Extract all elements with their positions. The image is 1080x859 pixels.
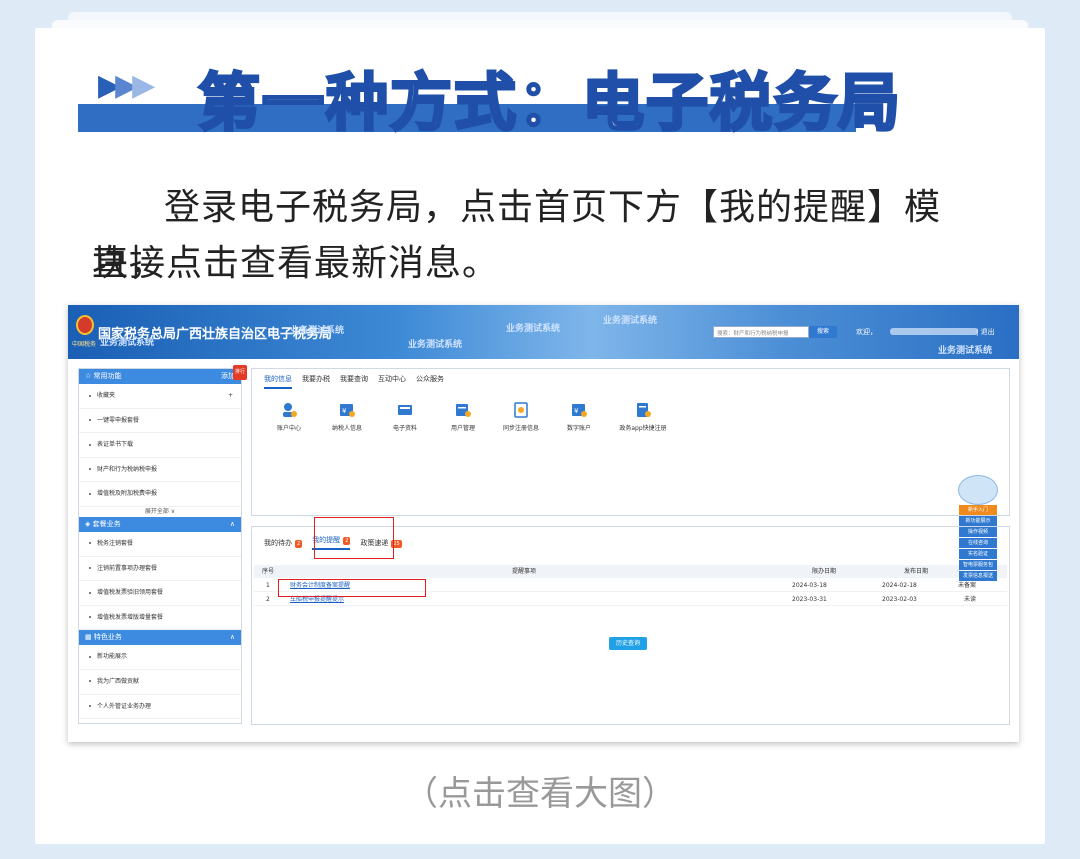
watermark: 业务测试系统 bbox=[603, 316, 658, 326]
tab-query[interactable]: 我要查询 bbox=[340, 374, 368, 389]
logout-link[interactable]: | 退出 bbox=[976, 327, 995, 337]
shortcut-e-document[interactable]: 电子资料 bbox=[376, 401, 434, 432]
tab-tax-handling[interactable]: 我要办税 bbox=[302, 374, 330, 389]
sidebar-item[interactable]: 表证单书下载 bbox=[79, 433, 241, 458]
float-button[interactable]: 实名验证 bbox=[959, 549, 997, 559]
welcome-text: 欢迎， bbox=[856, 328, 877, 336]
tax-bureau-screenshot[interactable]: 中国税务 国家税务总局广西壮族自治区电子税务局 业务测试系统 业务测试系统 业务… bbox=[68, 305, 1019, 742]
sidebar-item[interactable]: 新功能展示 bbox=[79, 645, 241, 670]
sidebar-item[interactable]: 一键零申报套餐 bbox=[79, 409, 241, 434]
watermark: 业务测试系统 bbox=[408, 340, 463, 350]
sidebar-item[interactable]: 税务注销套餐 bbox=[79, 532, 241, 557]
user-management-icon bbox=[456, 404, 471, 417]
triple-arrow-icon: ▶▶▶ bbox=[98, 68, 155, 103]
float-button[interactable]: 智电票服务包 bbox=[959, 560, 997, 570]
expand-all-button[interactable]: 展开全部 ∨ bbox=[79, 507, 241, 517]
sidebar-header-label: 特色业务 bbox=[93, 633, 122, 642]
shortcut-user-management[interactable]: 用户管理 bbox=[434, 401, 492, 432]
plus-icon[interactable]: + bbox=[228, 384, 233, 409]
sidebar-header-common[interactable]: ☆ 常用功能 添加 排行 bbox=[79, 365, 247, 384]
watermark: 业务测试系统 bbox=[290, 326, 345, 336]
sidebar-header-label: 套餐业务 bbox=[92, 519, 121, 528]
body-text-line-2: 直接点击查看最新消息。 bbox=[92, 243, 500, 284]
tab-my-todo[interactable]: 我的待办 2 bbox=[264, 538, 303, 548]
reminders-panel: 我的待办 2 我的提醒 2 政策速递 25 序号 提醒事项 限办日期 发布日期 1 财… bbox=[251, 517, 1010, 725]
history-query-button[interactable]: 历史查询 bbox=[609, 637, 647, 650]
e-document-icon bbox=[398, 405, 412, 415]
account-center-icon bbox=[283, 403, 297, 417]
shortcut-sync-registration[interactable]: 同步注册信息 bbox=[492, 401, 550, 432]
ranking-badge[interactable]: 排行 bbox=[232, 365, 247, 380]
sidebar-item[interactable]: 增值税及附加税费申报 bbox=[79, 482, 241, 507]
float-button[interactable]: 新功能展示 bbox=[959, 516, 997, 526]
digital-account-icon: ¥ bbox=[572, 404, 587, 417]
watermark: 业务测试系统 bbox=[100, 338, 155, 348]
sidebar-item[interactable]: 增值税发票验旧领用套餐 bbox=[79, 581, 241, 606]
table-header: 序号 提醒事项 限办日期 发布日期 bbox=[254, 565, 1007, 578]
image-caption[interactable]: （点击查看大图） bbox=[0, 766, 1080, 815]
shortcut-icons: 账户中心 ¥ 纳税人信息 电子资料 用户管理 同步注册信息 ¥ 数字账户 政务a… bbox=[260, 401, 678, 432]
user-name-redacted bbox=[890, 328, 978, 335]
reminder-row-highlight bbox=[278, 579, 426, 597]
shortcut-taxpayer-info[interactable]: ¥ 纳税人信息 bbox=[318, 401, 376, 432]
shortcut-digital-account[interactable]: ¥ 数字账户 bbox=[550, 401, 608, 432]
sidebar: ☆ 常用功能 添加 排行 收藏夹 + 一键零申报套餐 表证单书下载 财产和行为税纳… bbox=[78, 365, 247, 724]
watermark: 业务测试系统 bbox=[938, 346, 993, 356]
reminders-tab-highlight bbox=[314, 517, 394, 559]
svg-text:¥: ¥ bbox=[342, 407, 347, 415]
main-tabs: 我的信息 我要办税 我要查询 互动中心 公众服务 bbox=[264, 374, 444, 389]
assistant-mascot-icon[interactable] bbox=[958, 475, 998, 505]
tab-my-info[interactable]: 我的信息 bbox=[264, 374, 292, 389]
float-button[interactable]: 发票信息报送 bbox=[959, 571, 997, 581]
float-button[interactable]: 新手入门 bbox=[959, 505, 997, 515]
chevron-up-icon[interactable]: ∧ bbox=[230, 630, 235, 645]
taxpayer-info-icon: ¥ bbox=[340, 404, 355, 417]
sidebar-header-special[interactable]: ▦ 特色业务 ∧ bbox=[79, 630, 241, 646]
shortcut-account-center[interactable]: 账户中心 bbox=[260, 401, 318, 432]
float-button[interactable]: 操作视频 bbox=[959, 527, 997, 537]
floating-service-menu: 新手入门 新功能展示 操作视频 在线咨询 实名验证 智电票服务包 发票信息报送 bbox=[959, 505, 997, 582]
sidebar-item[interactable]: 个人外管证业务办理 bbox=[79, 695, 241, 720]
sidebar-item[interactable]: 增值税发票增版增量套餐 bbox=[79, 606, 241, 631]
layers-icon: ◈ bbox=[85, 519, 93, 528]
grid-icon: ▦ bbox=[85, 633, 94, 642]
my-info-panel: 我的信息 我要办税 我要查询 互动中心 公众服务 账户中心 ¥ 纳税人信息 电子… bbox=[251, 368, 1010, 516]
tab-interaction[interactable]: 互动中心 bbox=[378, 374, 406, 389]
tab-public-service[interactable]: 公众服务 bbox=[416, 374, 444, 389]
emblem-caption: 中国税务 bbox=[72, 341, 97, 348]
sidebar-item[interactable]: 财产和行为税纳税申报 bbox=[79, 458, 241, 483]
sync-registration-icon bbox=[514, 402, 528, 418]
search-button[interactable]: 搜索 bbox=[809, 326, 837, 338]
sidebar-item[interactable]: 注销前置事项办理套餐 bbox=[79, 557, 241, 582]
search-input[interactable]: 搜索：财产和行为税纳税申报 bbox=[713, 326, 809, 338]
national-emblem-icon bbox=[76, 315, 94, 335]
svg-text:¥: ¥ bbox=[574, 407, 579, 415]
star-icon: ☆ bbox=[85, 372, 94, 380]
sidebar-item[interactable]: 我为广西做贡献 bbox=[79, 670, 241, 695]
heading-title: 第一种方式：电子税务局 bbox=[196, 65, 903, 141]
site-banner: 中国税务 国家税务总局广西壮族自治区电子税务局 业务测试系统 业务测试系统 业务… bbox=[68, 305, 1019, 359]
shortcut-gov-app-register[interactable]: 政务app快捷注册 bbox=[608, 401, 678, 432]
gov-app-register-icon bbox=[637, 403, 651, 417]
sidebar-header-label: 常用功能 bbox=[93, 372, 122, 380]
sidebar-item[interactable]: 收藏夹 + bbox=[79, 384, 241, 409]
sidebar-header-package[interactable]: ◈ 套餐业务 ∧ bbox=[79, 516, 241, 532]
chevron-up-icon[interactable]: ∧ bbox=[230, 517, 235, 532]
float-button[interactable]: 在线咨询 bbox=[959, 538, 997, 548]
watermark: 业务测试系统 bbox=[506, 324, 561, 334]
count-badge: 2 bbox=[295, 539, 303, 548]
